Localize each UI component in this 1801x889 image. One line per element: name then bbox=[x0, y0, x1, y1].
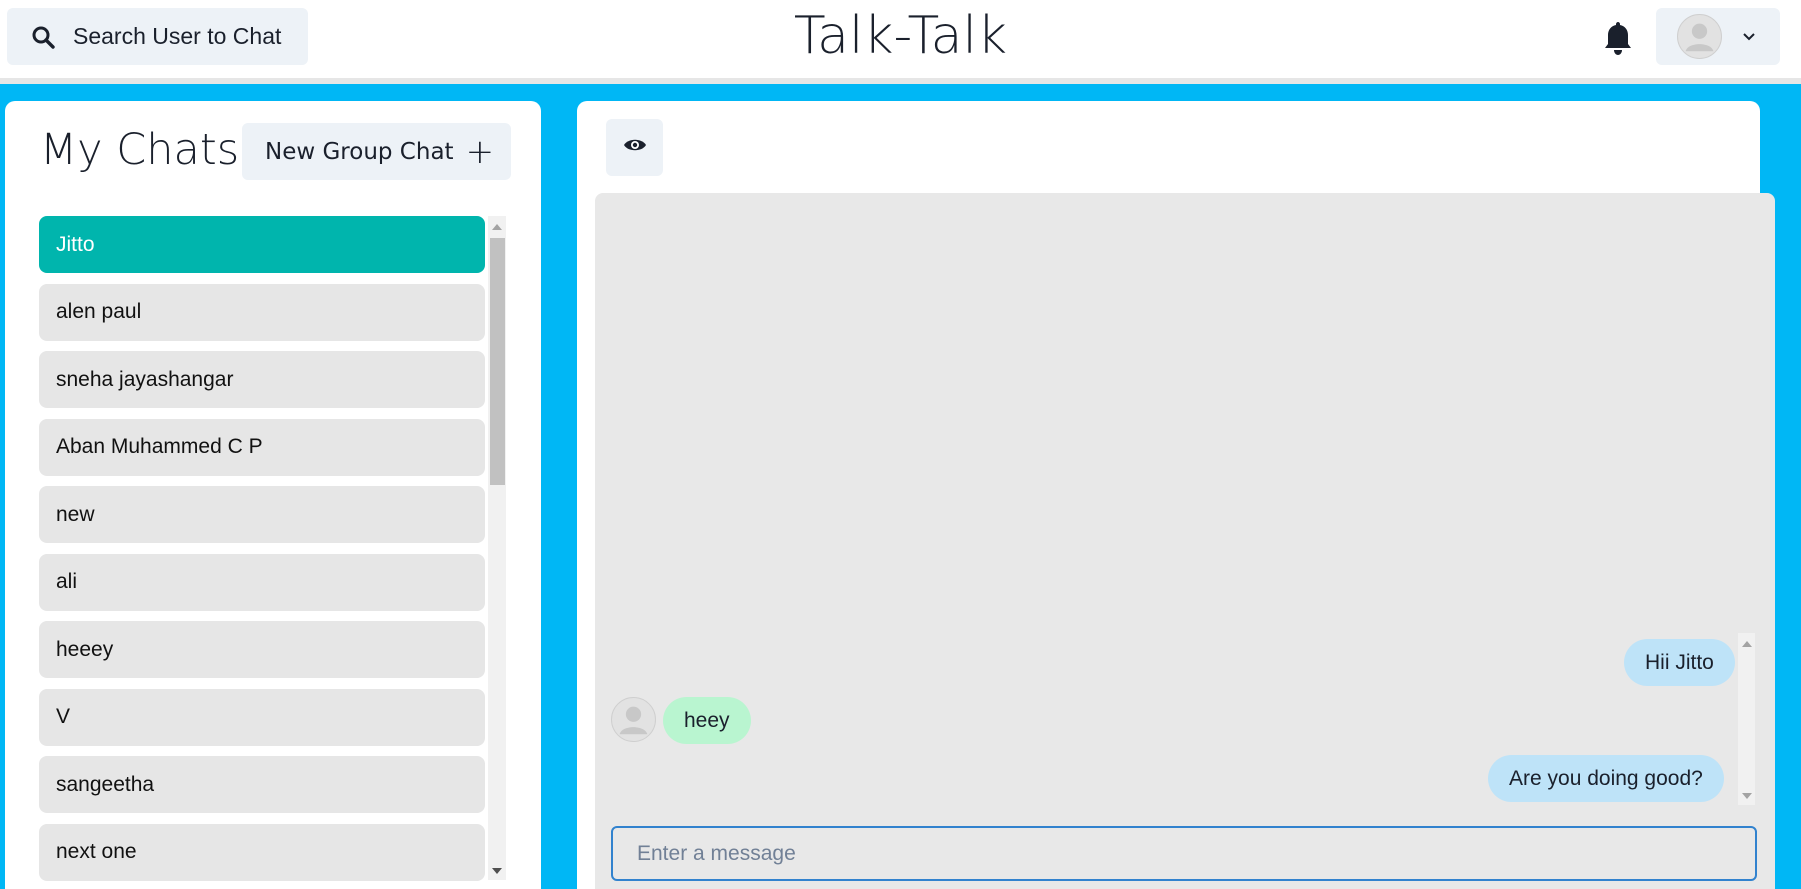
chat-name: sangeetha bbox=[56, 772, 155, 796]
message-bubble-sent: Are you doing good? bbox=[1488, 755, 1724, 802]
scroll-up-arrow[interactable] bbox=[1742, 641, 1752, 647]
scroll-down-arrow[interactable] bbox=[1742, 793, 1752, 799]
eye-icon bbox=[623, 137, 647, 158]
chat-name: sneha jayashangar bbox=[56, 367, 234, 391]
chat-list-item[interactable]: next one bbox=[39, 823, 485, 881]
avatar bbox=[1677, 14, 1722, 59]
chat-name: heeey bbox=[56, 637, 114, 661]
message-area: Hii Jitto heey Are you doing good? bbox=[595, 193, 1775, 889]
search-icon bbox=[31, 24, 57, 50]
chat-list-item[interactable]: V bbox=[39, 688, 485, 746]
message-text: Are you doing good? bbox=[1509, 766, 1703, 790]
chat-list-item[interactable]: sneha jayashangar bbox=[39, 351, 485, 408]
message-bubble-sent: Hii Jitto bbox=[1624, 639, 1735, 686]
my-chats-title: My Chats bbox=[40, 125, 240, 175]
new-group-chat-label: New Group Chat bbox=[265, 138, 454, 165]
profile-menu-button[interactable] bbox=[1656, 8, 1780, 65]
chat-list-item[interactable]: sangeetha bbox=[39, 756, 485, 813]
my-chats-panel: My Chats New Group Chat + Jitto alen pau… bbox=[5, 101, 541, 889]
chat-list-scrollbar[interactable] bbox=[488, 216, 506, 880]
message-scrollbar[interactable] bbox=[1738, 633, 1755, 805]
chat-panel: Hii Jitto heey Are you doing good? bbox=[577, 101, 1775, 889]
chat-list-item[interactable]: ali bbox=[39, 553, 485, 611]
message-bubble-received: heey bbox=[663, 697, 751, 744]
chat-list-item[interactable]: Aban Muhammed C P bbox=[39, 418, 485, 476]
new-group-chat-button[interactable]: New Group Chat + bbox=[242, 123, 511, 180]
chat-name: Aban Muhammed C P bbox=[56, 435, 263, 458]
chat-name: alen paul bbox=[56, 300, 142, 323]
chat-name: new bbox=[56, 502, 95, 526]
message-text: Hii Jitto bbox=[1645, 650, 1714, 674]
chat-list-item[interactable]: Jitto bbox=[39, 216, 485, 273]
message-list: Hii Jitto heey Are you doing good? bbox=[595, 633, 1755, 809]
avatar bbox=[611, 697, 656, 742]
chevron-down-icon bbox=[1742, 30, 1756, 44]
chat-list-item[interactable]: new bbox=[39, 486, 485, 543]
chat-name: Jitto bbox=[56, 232, 95, 256]
top-bar: Search User to Chat Talk-Talk bbox=[0, 0, 1801, 84]
plus-icon: + bbox=[465, 131, 495, 172]
view-profile-button[interactable] bbox=[606, 119, 663, 176]
chat-list-item[interactable]: alen paul bbox=[39, 283, 485, 341]
scroll-up-arrow[interactable] bbox=[492, 224, 502, 230]
chat-name: V bbox=[56, 705, 71, 728]
message-input[interactable] bbox=[611, 826, 1757, 881]
scroll-down-arrow[interactable] bbox=[492, 868, 502, 874]
chat-list-item[interactable]: heeey bbox=[39, 621, 485, 678]
scrollbar-thumb[interactable] bbox=[490, 238, 505, 485]
search-user-button[interactable]: Search User to Chat bbox=[7, 8, 308, 65]
search-user-label: Search User to Chat bbox=[73, 23, 282, 49]
chat-name: ali bbox=[56, 570, 78, 593]
chat-name: next one bbox=[56, 840, 137, 863]
message-text: heey bbox=[684, 708, 730, 732]
bell-icon[interactable] bbox=[1600, 18, 1636, 58]
app-background: Search User to Chat Talk-Talk My Chats N… bbox=[0, 0, 1801, 889]
chat-list: Jitto alen paul sneha jayashangar Aban M… bbox=[39, 216, 485, 889]
